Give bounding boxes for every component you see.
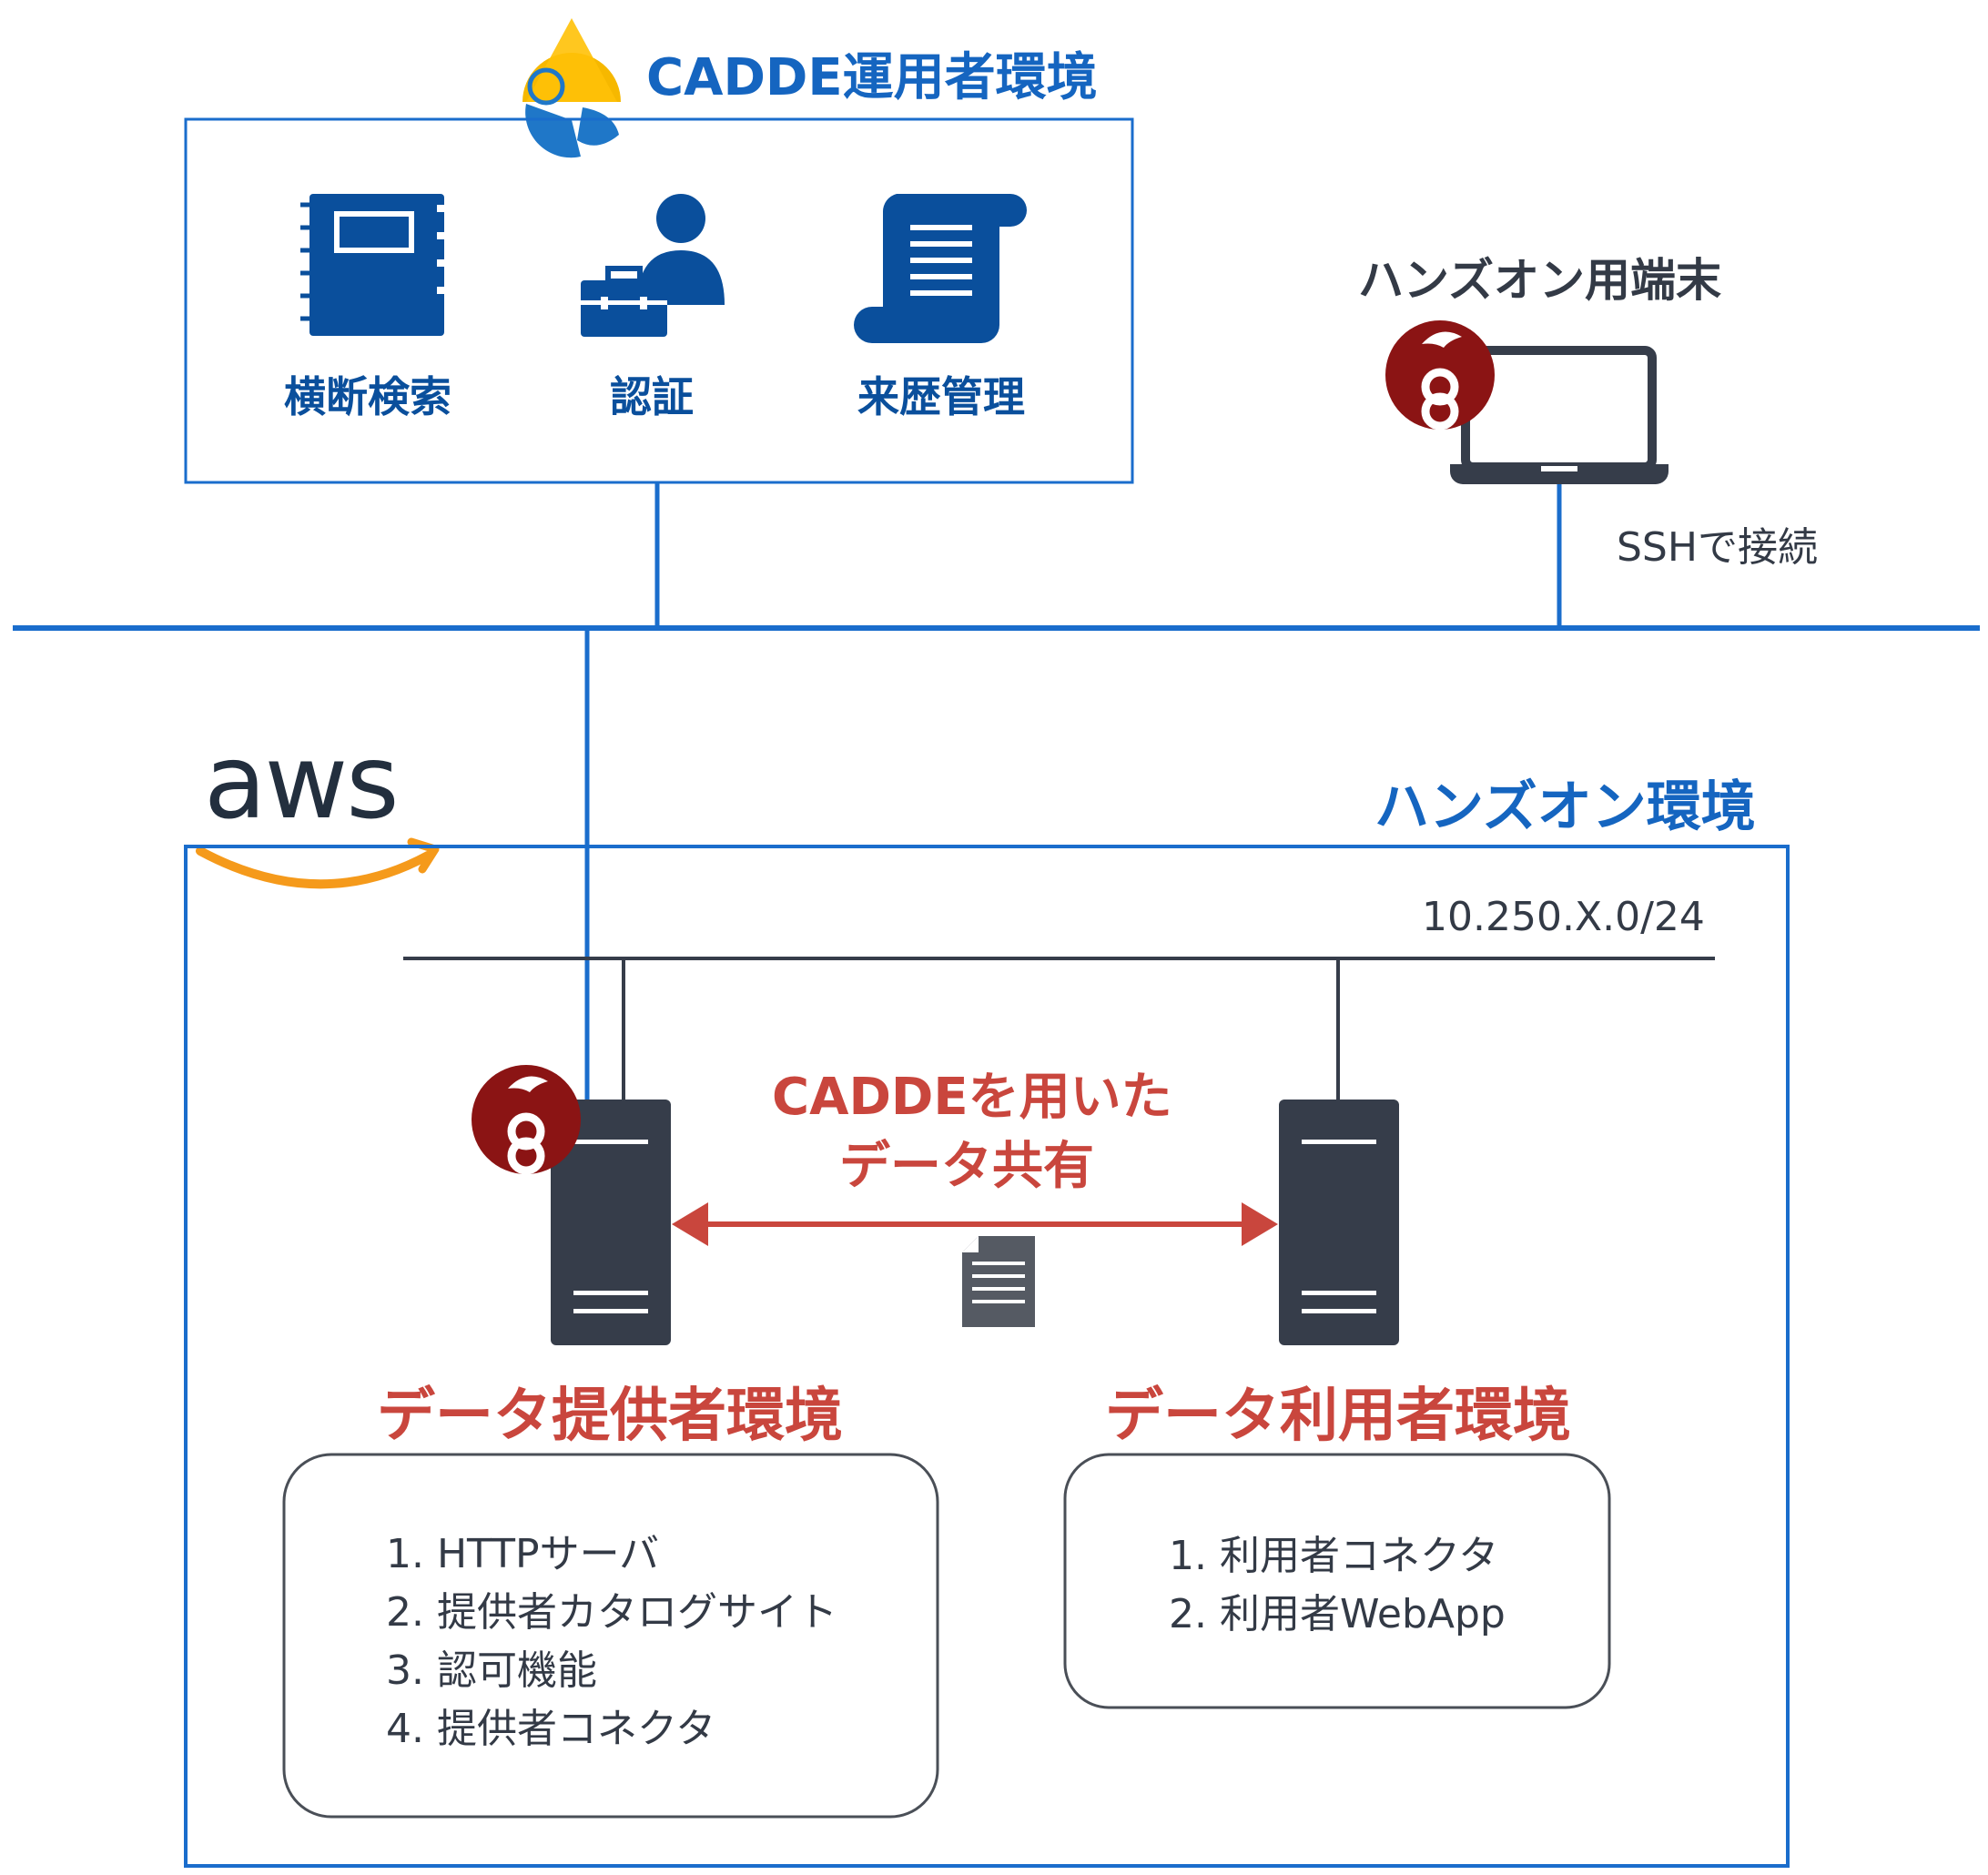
terminal-title: ハンズオン用端末 <box>1358 254 1721 307</box>
service-label-search: 横断検索 <box>284 372 451 421</box>
list-item: 2. 提供者カタログサイト <box>386 1589 837 1636</box>
notebook-icon <box>300 194 448 336</box>
consumer-component-list: 1. 利用者コネクタ 2. 利用者WebApp <box>1169 1527 1506 1644</box>
consumer-server-icon <box>1279 1100 1399 1345</box>
subnet-label: 10.250.X.0/24 <box>1422 894 1705 940</box>
provider-title: データ提供者環境 <box>377 1383 843 1450</box>
data-sharing-arrow <box>672 1202 1278 1246</box>
service-label-provenance: 来歴管理 <box>857 372 1025 421</box>
list-item: 4. 提供者コネクタ <box>386 1706 716 1752</box>
sharing-label-line2: データ共有 <box>839 1137 1094 1196</box>
aws-logo-text: aws <box>204 724 400 842</box>
scroll-icon <box>854 194 1027 343</box>
cadde-operator-title: CADDE運用者環境 <box>646 48 1098 107</box>
consumer-title: データ利用者環境 <box>1105 1383 1571 1450</box>
cadde-logo-icon <box>522 18 621 158</box>
list-item: 1. HTTPサーバ <box>386 1531 660 1577</box>
provider-component-list: 1. HTTPサーバ 2. 提供者カタログサイト 3. 認可機能 4. 提供者コ… <box>386 1525 837 1758</box>
list-item: 2. 利用者WebApp <box>1169 1591 1506 1637</box>
service-label-auth: 認証 <box>610 372 694 421</box>
list-item: 3. 認可機能 <box>386 1647 597 1694</box>
winscp-icon <box>1385 320 1495 431</box>
winscp-server-icon <box>472 1065 581 1175</box>
ssh-label: SSHで接続 <box>1617 524 1818 571</box>
aws-env-title: ハンズオン環境 <box>1374 775 1756 839</box>
user-briefcase-icon <box>581 194 725 337</box>
sharing-label-line1: CADDEを用いた <box>772 1068 1172 1127</box>
document-icon <box>962 1236 1035 1327</box>
list-item: 1. 利用者コネクタ <box>1169 1533 1499 1579</box>
